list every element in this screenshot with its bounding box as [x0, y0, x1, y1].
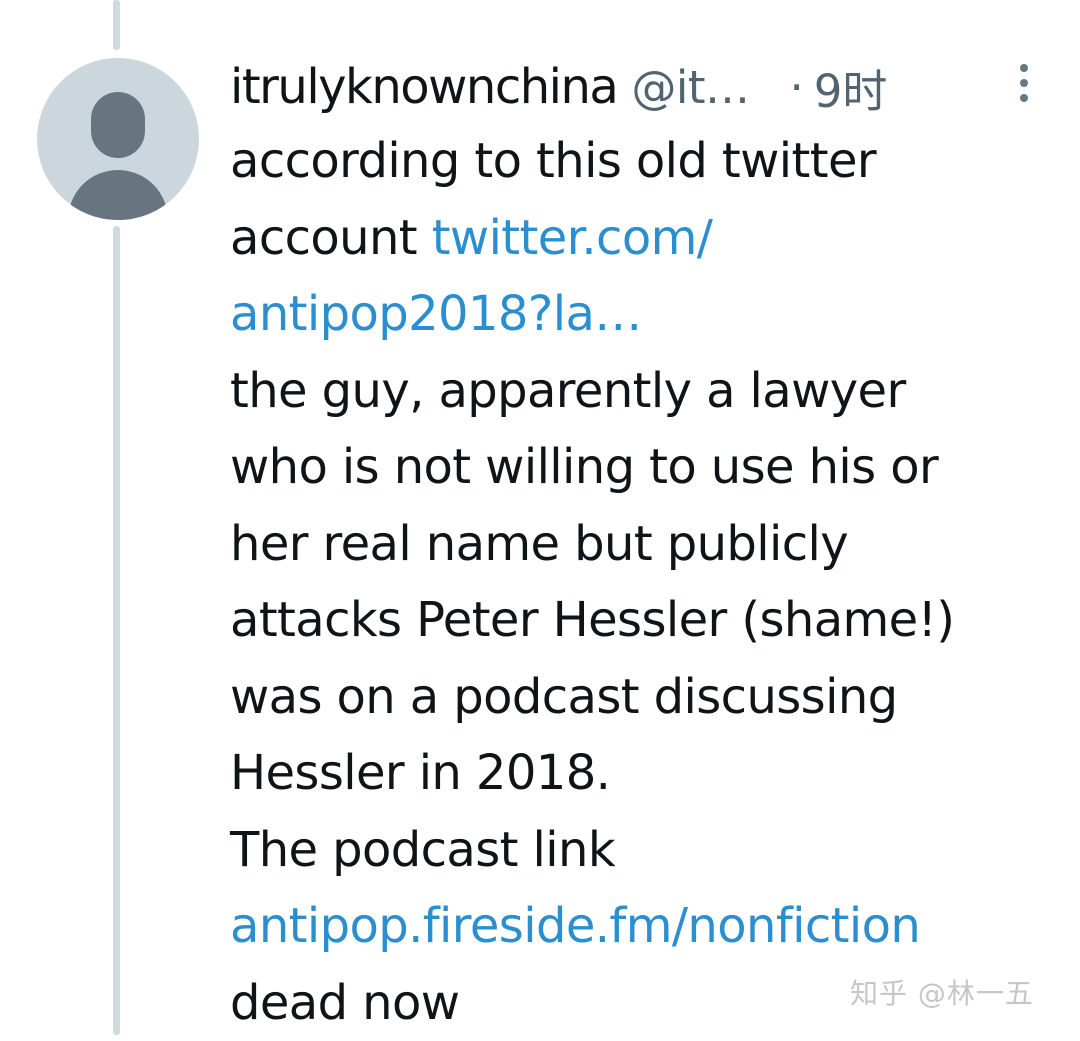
tweet-text-segment: account: [230, 210, 432, 266]
tweet-text-line: was on a podcast discussing: [230, 659, 1070, 736]
tweet-text-line: the guy, apparently a lawyer: [230, 353, 1070, 430]
tweet-text-line: antipop2018?la…: [230, 276, 1070, 353]
avatar-head-shape: [91, 92, 145, 158]
tweet-text: according to this old twitter account tw…: [230, 123, 1070, 1041]
menu-dot: [1020, 94, 1028, 102]
tweet-text-line: her real name but publicly: [230, 506, 1070, 583]
menu-dot: [1020, 64, 1028, 72]
thread-line-top: [113, 0, 120, 50]
tweet-header: itrulyknownchina @it… · 9时: [230, 54, 1050, 120]
header-separator: ·: [789, 61, 803, 114]
twitter-account-link-continued[interactable]: antipop2018?la…: [230, 286, 642, 342]
tweet-text-line: Hessler in 2018.: [230, 735, 1070, 812]
tweet-text-line: account twitter.com/: [230, 200, 1070, 277]
tweet-timestamp[interactable]: 9时: [814, 55, 888, 120]
author-handle[interactable]: @it…: [631, 61, 749, 114]
tweet-text-line: who is not willing to use his or: [230, 429, 1070, 506]
default-avatar-icon[interactable]: [37, 58, 199, 220]
twitter-account-link[interactable]: twitter.com/: [432, 210, 713, 266]
tweet-text-line: The podcast link: [230, 812, 1070, 889]
tweet-text-line: according to this old twitter: [230, 123, 1070, 200]
tweet-text-line: antipop.fireside.fm/nonfiction: [230, 888, 1070, 965]
author-display-name[interactable]: itrulyknownchina: [230, 59, 617, 115]
avatar-shoulders-shape: [68, 170, 168, 220]
thread-line-bottom: [113, 226, 120, 1035]
more-options-icon[interactable]: [1016, 62, 1032, 106]
podcast-link[interactable]: antipop.fireside.fm/nonfiction: [230, 898, 920, 954]
zhihu-watermark: 知乎 @林一五: [850, 972, 1034, 1012]
tweet-text-line: attacks Peter Hessler (shame!): [230, 582, 1070, 659]
menu-dot: [1020, 79, 1028, 87]
